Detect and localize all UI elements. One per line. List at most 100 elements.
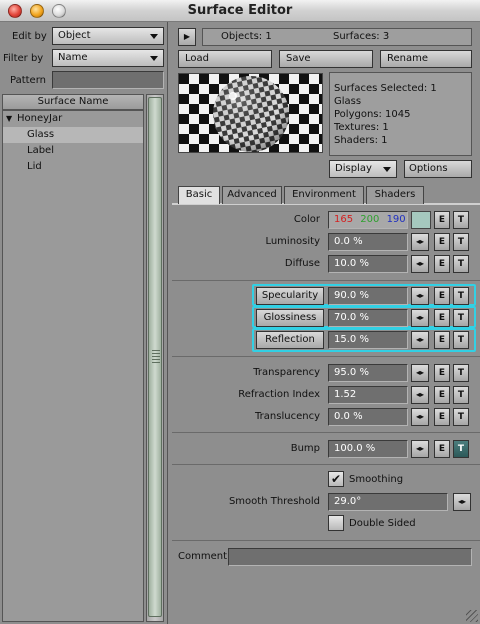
bump-slider-arrows[interactable]: ◂▸ (411, 440, 429, 458)
pattern-input[interactable] (52, 71, 164, 89)
title-bar: Surface Editor (0, 0, 480, 22)
selection-info-bar: Objects: 1 Surfaces: 3 (202, 28, 472, 46)
surface-info-box: Surfaces Selected: 1 Glass Polygons: 104… (329, 72, 472, 156)
diffuse-texture-button[interactable]: T (453, 255, 469, 273)
divider (172, 464, 480, 465)
translucency-slider-arrows[interactable]: ◂▸ (411, 408, 429, 426)
display-value: Display (335, 163, 372, 174)
tree-item-label-surface[interactable]: Label (3, 143, 143, 159)
refraction-index-input[interactable]: 1.52 (328, 386, 408, 404)
checkerboard-sphere-preview (179, 74, 322, 152)
smoothing-label: Smoothing (349, 474, 404, 485)
luminosity-texture-button[interactable]: T (453, 233, 469, 251)
surface-preview[interactable] (178, 73, 323, 153)
double-sided-label: Double Sided (349, 518, 416, 529)
smooth-threshold-input[interactable]: 29.0° (328, 493, 448, 511)
comment-input[interactable] (228, 548, 472, 566)
bump-input[interactable]: 100.0 % (328, 440, 408, 458)
bump-envelope-button[interactable]: E (434, 440, 450, 458)
reflection-slider-arrows[interactable]: ◂▸ (411, 331, 429, 349)
divider (172, 540, 480, 541)
surface-list-panel: Edit by Object Filter by Name Pattern Su… (0, 22, 168, 624)
color-blue-value: 190 (386, 214, 406, 225)
expand-triangle-icon[interactable]: ▼ (6, 111, 12, 127)
list-scrollbar[interactable] (146, 94, 164, 622)
refraction-texture-button[interactable]: T (453, 386, 469, 404)
bump-texture-button-active[interactable]: T (453, 440, 469, 458)
info-textures: Textures: 1 (334, 122, 389, 133)
reflection-texture-button[interactable]: T (453, 331, 469, 349)
glossiness-texture-button[interactable]: T (453, 309, 469, 327)
tab-environment[interactable]: Environment (284, 186, 364, 204)
color-rgb-field[interactable]: 165 200 190 (328, 211, 408, 229)
specularity-slider-arrows[interactable]: ◂▸ (411, 287, 429, 305)
diffuse-label: Diffuse (284, 258, 320, 269)
color-swatch[interactable] (411, 211, 431, 229)
edit-by-value: Object (58, 30, 91, 41)
transparency-input[interactable]: 95.0 % (328, 364, 408, 382)
specularity-texture-button[interactable]: T (453, 287, 469, 305)
resize-grip-icon[interactable] (466, 610, 478, 622)
color-texture-button[interactable]: T (453, 211, 469, 229)
translucency-texture-button[interactable]: T (453, 408, 469, 426)
tree-item-lid[interactable]: Lid (3, 159, 143, 175)
checkmark-icon: ✔ (330, 472, 342, 486)
tree-item-honeyjar[interactable]: ▼ HoneyJar (3, 111, 143, 127)
comment-label: Comment (178, 551, 227, 562)
glossiness-label-button[interactable]: Glossiness (256, 309, 324, 327)
glossiness-input[interactable]: 70.0 % (328, 309, 408, 327)
edit-by-dropdown[interactable]: Object (52, 27, 164, 45)
reflection-label-button[interactable]: Reflection (256, 331, 324, 349)
reflection-envelope-button[interactable]: E (434, 331, 450, 349)
smooth-threshold-slider-arrows[interactable]: ◂▸ (453, 493, 471, 511)
transparency-slider-arrows[interactable]: ◂▸ (411, 364, 429, 382)
reflection-input[interactable]: 15.0 % (328, 331, 408, 349)
tree-item-label: Label (27, 145, 54, 156)
info-shaders: Shaders: 1 (334, 135, 388, 146)
luminosity-envelope-button[interactable]: E (434, 233, 450, 251)
double-sided-checkbox[interactable] (328, 515, 344, 531)
refraction-slider-arrows[interactable]: ◂▸ (411, 386, 429, 404)
translucency-envelope-button[interactable]: E (434, 408, 450, 426)
smooth-threshold-label: Smooth Threshold (228, 496, 320, 507)
transparency-envelope-button[interactable]: E (434, 364, 450, 382)
transparency-texture-button[interactable]: T (453, 364, 469, 382)
surface-name-column-header[interactable]: Surface Name (2, 94, 144, 110)
luminosity-slider-arrows[interactable]: ◂▸ (411, 233, 429, 251)
color-envelope-button[interactable]: E (434, 211, 450, 229)
save-button[interactable]: Save (279, 50, 373, 68)
filter-by-dropdown[interactable]: Name (52, 49, 164, 67)
tab-basic[interactable]: Basic (178, 186, 220, 204)
color-label: Color (293, 214, 320, 225)
diffuse-slider-arrows[interactable]: ◂▸ (411, 255, 429, 273)
divider (172, 280, 480, 281)
grip-icon (152, 350, 160, 364)
specularity-envelope-button[interactable]: E (434, 287, 450, 305)
tab-advanced[interactable]: Advanced (222, 186, 282, 204)
tab-shaders[interactable]: Shaders (366, 186, 424, 204)
divider (172, 356, 480, 357)
scrollbar-thumb[interactable] (148, 97, 162, 617)
load-button[interactable]: Load (178, 50, 272, 68)
specularity-label-button[interactable]: Specularity (256, 287, 324, 305)
chevron-down-icon (383, 167, 391, 172)
options-button[interactable]: Options (404, 160, 472, 178)
transparency-label: Transparency (253, 367, 320, 378)
diffuse-envelope-button[interactable]: E (434, 255, 450, 273)
chevron-down-icon (150, 56, 158, 61)
display-dropdown[interactable]: Display (329, 160, 397, 178)
edit-by-label: Edit by (12, 31, 47, 42)
specularity-input[interactable]: 90.0 % (328, 287, 408, 305)
refraction-envelope-button[interactable]: E (434, 386, 450, 404)
luminosity-input[interactable]: 0.0 % (328, 233, 408, 251)
glossiness-slider-arrows[interactable]: ◂▸ (411, 309, 429, 327)
rename-button[interactable]: Rename (380, 50, 472, 68)
play-arrow-button[interactable]: ▶ (178, 28, 196, 46)
luminosity-label: Luminosity (265, 236, 320, 247)
translucency-input[interactable]: 0.0 % (328, 408, 408, 426)
diffuse-input[interactable]: 10.0 % (328, 255, 408, 273)
surface-tree: ▼ HoneyJar Glass Label Lid (2, 110, 144, 622)
smoothing-checkbox[interactable]: ✔ (328, 471, 344, 487)
tree-item-glass[interactable]: Glass (3, 127, 143, 143)
glossiness-envelope-button[interactable]: E (434, 309, 450, 327)
